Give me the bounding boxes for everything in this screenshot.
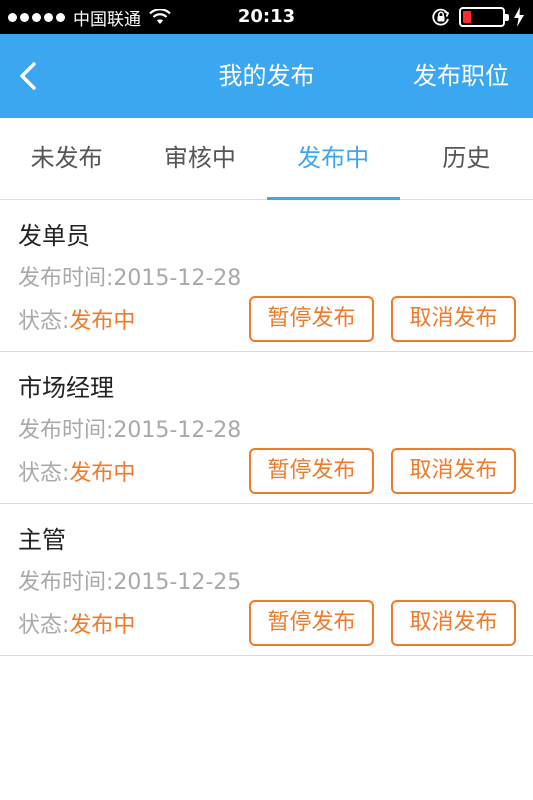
cancel-publish-button[interactable]: 取消发布 xyxy=(391,600,516,646)
nav-bar: 我的发布 发布职位 xyxy=(0,34,533,118)
app-screen: 中国联通 20:13 我的发布 发布职位 未发布 审核中 发布中 历史 发单员 … xyxy=(0,0,533,800)
publish-time-value: 2015-12-28 xyxy=(113,266,242,291)
job-list: 发单员 发布时间:2015-12-28 状态:发布中 暂停发布 取消发布 市场经… xyxy=(0,200,533,656)
pause-publish-button[interactable]: 暂停发布 xyxy=(249,600,374,646)
list-item[interactable]: 发单员 发布时间:2015-12-28 状态:发布中 暂停发布 取消发布 xyxy=(0,200,533,352)
cancel-publish-button[interactable]: 取消发布 xyxy=(391,448,516,494)
publish-time: 发布时间:2015-12-28 xyxy=(18,260,241,292)
status-badge: 发布中 xyxy=(69,613,136,638)
battery-icon xyxy=(459,7,509,27)
list-item[interactable]: 主管 发布时间:2015-12-25 状态:发布中 暂停发布 取消发布 xyxy=(0,504,533,656)
publish-time-label: 发布时间: xyxy=(18,570,114,595)
publish-time-value: 2015-12-28 xyxy=(113,418,242,443)
battery-level xyxy=(463,11,471,23)
tab-history[interactable]: 历史 xyxy=(400,118,533,199)
job-title: 市场经理 xyxy=(18,374,114,402)
publish-time: 发布时间:2015-12-28 xyxy=(18,412,241,444)
pause-publish-button[interactable]: 暂停发布 xyxy=(249,296,374,342)
job-status: 状态:发布中 xyxy=(18,607,135,639)
list-item[interactable]: 市场经理 发布时间:2015-12-28 状态:发布中 暂停发布 取消发布 xyxy=(0,352,533,504)
status-badge: 发布中 xyxy=(69,309,136,334)
publish-time: 发布时间:2015-12-25 xyxy=(18,564,241,596)
pause-publish-button[interactable]: 暂停发布 xyxy=(249,448,374,494)
job-title: 主管 xyxy=(18,526,66,554)
tab-publishing[interactable]: 发布中 xyxy=(266,118,401,200)
status-label: 状态: xyxy=(18,309,70,334)
tab-unpublished[interactable]: 未发布 xyxy=(0,118,133,199)
status-bar: 中国联通 20:13 xyxy=(0,0,533,34)
status-label: 状态: xyxy=(18,613,70,638)
publish-time-value: 2015-12-25 xyxy=(113,570,242,595)
status-badge: 发布中 xyxy=(69,461,136,486)
tab-under-review[interactable]: 审核中 xyxy=(133,118,266,199)
status-tabs: 未发布 审核中 发布中 历史 xyxy=(0,118,533,200)
publish-time-label: 发布时间: xyxy=(18,418,114,443)
charging-bolt-icon xyxy=(514,7,524,27)
rotation-lock-icon xyxy=(432,8,450,26)
status-right xyxy=(431,0,525,34)
publish-time-label: 发布时间: xyxy=(18,266,114,291)
job-title: 发单员 xyxy=(18,222,90,250)
job-status: 状态:发布中 xyxy=(18,455,135,487)
cancel-publish-button[interactable]: 取消发布 xyxy=(391,296,516,342)
status-label: 状态: xyxy=(18,461,70,486)
job-status: 状态:发布中 xyxy=(18,303,135,335)
post-job-button[interactable]: 发布职位 xyxy=(413,34,509,118)
